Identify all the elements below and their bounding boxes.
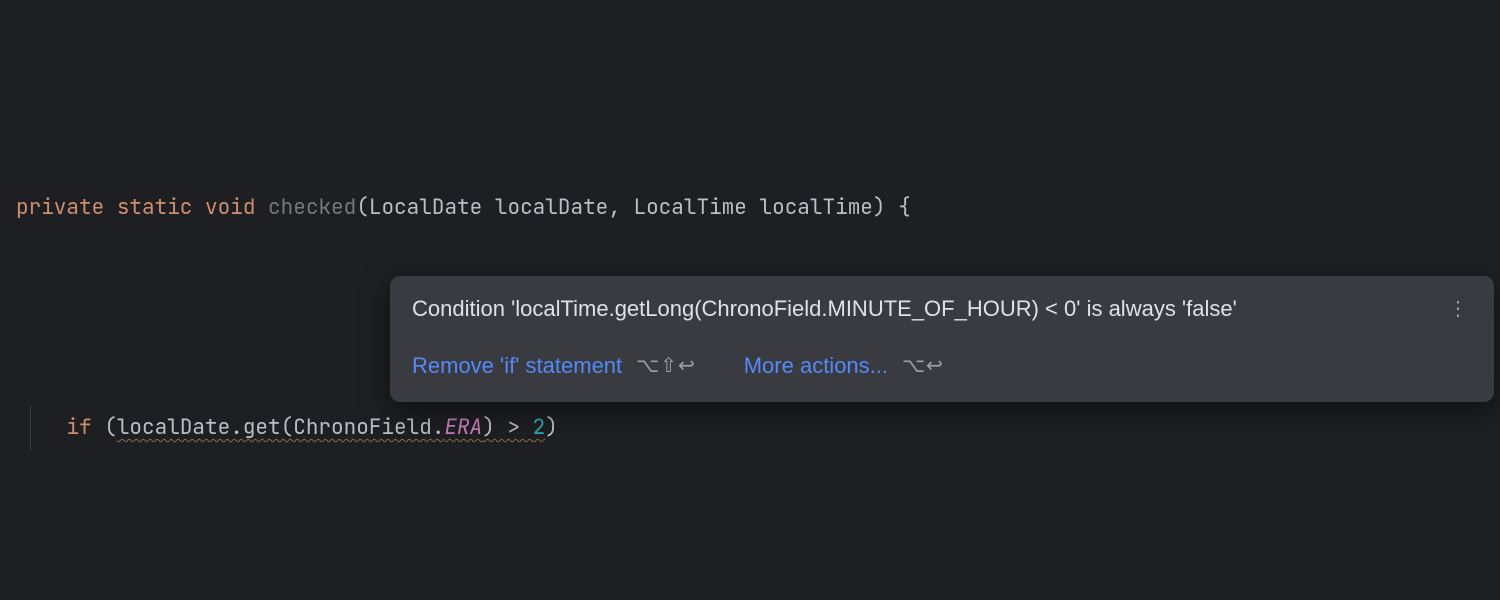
tooltip-actions: Remove 'if' statement ⌥⇧↩ More actions..… bbox=[412, 351, 1472, 382]
more-vertical-icon[interactable]: ⋮ bbox=[1444, 295, 1472, 323]
method-name: checked bbox=[268, 194, 356, 221]
inspection-message: Condition 'localTime.getLong(ChronoField… bbox=[412, 294, 1444, 325]
warned-expression[interactable]: localDate.get(ChronoField.ERA) > 2 bbox=[117, 414, 545, 441]
enum-constant: ERA bbox=[444, 414, 482, 441]
more-actions-label[interactable]: More actions... bbox=[744, 351, 888, 382]
more-actions-action[interactable]: More actions... ⌥↩ bbox=[744, 351, 944, 382]
keyword-private: private bbox=[16, 194, 104, 221]
paren-open: ( bbox=[356, 194, 369, 221]
keyword-void: void bbox=[205, 194, 255, 221]
quick-fix-action[interactable]: Remove 'if' statement ⌥⇧↩ bbox=[412, 351, 696, 382]
paren-close: ) bbox=[545, 414, 558, 441]
shortcut-hint: ⌥↩ bbox=[902, 352, 944, 380]
inspection-tooltip[interactable]: Condition 'localTime.getLong(ChronoField… bbox=[390, 276, 1494, 402]
code-line: private static void checked(LocalDate lo… bbox=[10, 186, 1500, 230]
code-editor[interactable]: private static void checked(LocalDate lo… bbox=[0, 0, 1500, 600]
param-name: localDate bbox=[495, 194, 608, 221]
quick-fix-label[interactable]: Remove 'if' statement bbox=[412, 351, 622, 382]
shortcut-hint: ⌥⇧↩ bbox=[636, 352, 696, 380]
comma: , bbox=[608, 194, 633, 221]
expression-text: ) > bbox=[482, 414, 532, 441]
paren-close: ) bbox=[873, 194, 886, 221]
keyword-if: if bbox=[66, 414, 91, 441]
keyword-static: static bbox=[117, 194, 193, 221]
param-type: LocalTime bbox=[633, 194, 746, 221]
paren-open: ( bbox=[104, 414, 117, 441]
param-type: LocalDate bbox=[369, 194, 482, 221]
param-name: localTime bbox=[760, 194, 873, 221]
expression-text: localDate.get(ChronoField. bbox=[117, 414, 445, 441]
number-literal: 2 bbox=[533, 414, 546, 441]
brace-open: { bbox=[886, 194, 911, 221]
code-line: if (localDate.get(ChronoField.ERA) > 2) bbox=[10, 406, 1500, 450]
